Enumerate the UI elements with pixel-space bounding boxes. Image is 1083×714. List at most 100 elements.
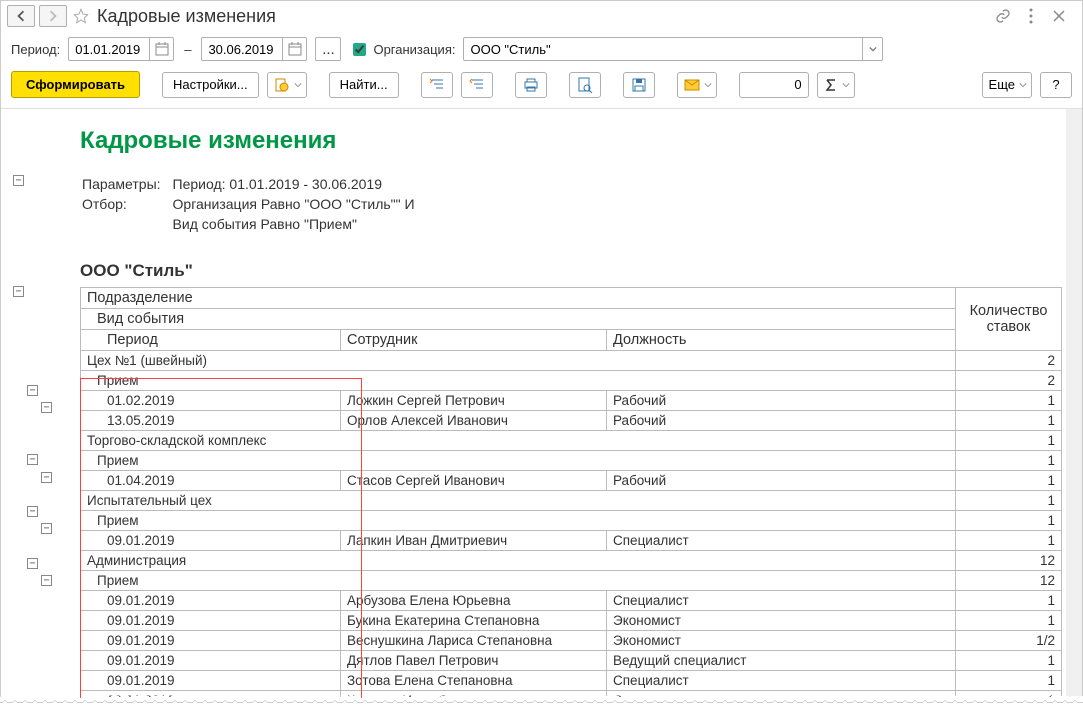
- report-area: −−−−−−−−−− Кадровые изменения Параметры:…: [1, 108, 1082, 698]
- floppy-icon: [631, 77, 647, 93]
- cell-period: 01.02.2019: [81, 391, 341, 411]
- table-row[interactable]: Прием2: [81, 371, 1062, 391]
- date-to-field[interactable]: [201, 37, 307, 61]
- col-position: Должность: [607, 330, 956, 351]
- window-title: Кадровые изменения: [95, 6, 276, 27]
- settings-button[interactable]: Настройки...: [162, 72, 259, 98]
- period-label: Период:: [11, 42, 60, 57]
- cell-employee: Арбузова Елена Юрьевна: [341, 591, 607, 611]
- cell-employee: Букина Екатерина Степановна: [341, 611, 607, 631]
- params-table: Параметры:Период: 01.01.2019 - 30.06.201…: [80, 173, 427, 235]
- table-row[interactable]: Администрация12: [81, 551, 1062, 571]
- table-row[interactable]: Прием12: [81, 571, 1062, 591]
- more-vertical-icon[interactable]: [1022, 7, 1040, 25]
- params-value: Период: 01.01.2019 - 30.06.2019: [173, 175, 425, 193]
- find-button[interactable]: Найти...: [329, 72, 399, 98]
- cell-position: Специалист: [607, 591, 956, 611]
- org-dropdown-icon[interactable]: [862, 38, 883, 60]
- expand-rows-button[interactable]: [421, 72, 453, 98]
- clipboard-gear-icon: [274, 77, 290, 93]
- sum-button[interactable]: [817, 72, 855, 98]
- cell-qty: 1: [956, 411, 1062, 431]
- tree-toggle[interactable]: −: [13, 175, 24, 186]
- table-row[interactable]: 09.01.2019Лапкин Иван ДмитриевичСпециали…: [81, 531, 1062, 551]
- filter-value-2: Вид события Равно "Прием": [173, 215, 425, 233]
- tree-toggle[interactable]: −: [27, 385, 38, 396]
- help-button[interactable]: ?: [1040, 72, 1072, 98]
- cell-position: Специалист: [607, 531, 956, 551]
- org-checkbox[interactable]: Организация:: [349, 40, 455, 59]
- cell-period: 09.01.2019: [81, 671, 341, 691]
- tree-toggle[interactable]: −: [41, 472, 52, 483]
- cell-employee: Стасов Сергей Иванович: [341, 471, 607, 491]
- more-button[interactable]: Еще: [982, 72, 1032, 98]
- calendar-icon[interactable]: [282, 38, 306, 60]
- tree-toggle[interactable]: −: [27, 558, 38, 569]
- tree-toggle[interactable]: −: [27, 454, 38, 465]
- table-row[interactable]: 09.01.2019Веснушкина Лариса СтепановнаЭк…: [81, 631, 1062, 651]
- cell-employee: Ложкин Сергей Петрович: [341, 391, 607, 411]
- org-input[interactable]: [464, 42, 861, 57]
- table-row[interactable]: Прием1: [81, 511, 1062, 531]
- group-level-input[interactable]: [739, 72, 809, 98]
- generate-button[interactable]: Сформировать: [11, 71, 140, 98]
- org-checkbox-input[interactable]: [353, 43, 366, 56]
- date-to-input[interactable]: [202, 42, 282, 57]
- filter-value-1: Организация Равно "ООО "Стиль"" И: [173, 195, 425, 213]
- table-row[interactable]: Торгово-складской комплекс1: [81, 431, 1062, 451]
- org-combo[interactable]: [463, 37, 883, 61]
- action-toolbar: Сформировать Настройки... Найти...: [1, 67, 1082, 108]
- table-row[interactable]: 09.01.2019Арбузова Елена ЮрьевнаСпециали…: [81, 591, 1062, 611]
- tree-toggle[interactable]: −: [13, 286, 24, 297]
- table-row[interactable]: 13.05.2019Орлов Алексей ИвановичРабочий1: [81, 411, 1062, 431]
- cell-employee: Лапкин Иван Дмитриевич: [341, 531, 607, 551]
- nav-forward-button[interactable]: [39, 5, 67, 27]
- cell-qty: 1: [956, 671, 1062, 691]
- nav-back-button[interactable]: [7, 5, 35, 27]
- table-row[interactable]: Цех №1 (швейный)2: [81, 351, 1062, 371]
- cell-position: Экономист: [607, 631, 956, 651]
- cell-qty: 12: [956, 551, 1062, 571]
- cell-period: 09.01.2019: [81, 651, 341, 671]
- cell-qty: 1/2: [956, 631, 1062, 651]
- settings-variants-button[interactable]: [267, 72, 307, 98]
- table-row[interactable]: 09.01.2019Зотова Елена СтепановнаСпециал…: [81, 671, 1062, 691]
- send-button[interactable]: [677, 72, 717, 98]
- table-row[interactable]: 01.02.2019Ложкин Сергей ПетровичРабочий1: [81, 391, 1062, 411]
- tree-toggle[interactable]: −: [41, 575, 52, 586]
- expand-icon: [429, 78, 445, 92]
- mail-icon: [684, 79, 700, 91]
- filter-label: Отбор:: [82, 195, 171, 213]
- cell-group: Цех №1 (швейный): [81, 351, 956, 371]
- favorite-star-icon[interactable]: [71, 6, 91, 26]
- table-row[interactable]: Испытательный цех1: [81, 491, 1062, 511]
- table-row[interactable]: 09.01.2019Букина Екатерина СтепановнаЭко…: [81, 611, 1062, 631]
- scrollbar[interactable]: [1066, 109, 1082, 698]
- table-row[interactable]: 09.01.2019Дятлов Павел ПетровичВедущий с…: [81, 651, 1062, 671]
- cell-employee: Орлов Алексей Иванович: [341, 411, 607, 431]
- close-button[interactable]: [1050, 7, 1068, 25]
- link-icon[interactable]: [994, 7, 1012, 25]
- print-button[interactable]: [515, 72, 547, 98]
- preview-button[interactable]: [569, 72, 601, 98]
- cell-qty: 1: [956, 531, 1062, 551]
- table-row[interactable]: 01.04.2019Стасов Сергей ИвановичРабочий1: [81, 471, 1062, 491]
- tree-toggle[interactable]: −: [41, 402, 52, 413]
- period-picker-button[interactable]: ...: [315, 37, 341, 61]
- report-content[interactable]: Кадровые изменения Параметры:Период: 01.…: [76, 109, 1066, 698]
- cell-position: Рабочий: [607, 391, 956, 411]
- date-from-input[interactable]: [69, 42, 149, 57]
- report-title: Кадровые изменения: [80, 127, 1062, 155]
- col-employee: Сотрудник: [341, 330, 607, 351]
- cell-group: Прием: [81, 571, 956, 591]
- date-from-field[interactable]: [68, 37, 174, 61]
- table-row[interactable]: Прием1: [81, 451, 1062, 471]
- collapse-rows-button[interactable]: [461, 72, 493, 98]
- cell-qty: 1: [956, 491, 1062, 511]
- tree-toggle[interactable]: −: [41, 523, 52, 534]
- save-button[interactable]: [623, 72, 655, 98]
- calendar-icon[interactable]: [149, 38, 173, 60]
- report-table: Подразделение Количество ставок Вид собы…: [80, 287, 1062, 698]
- tree-toggle[interactable]: −: [27, 506, 38, 517]
- col-event: Вид события: [81, 309, 956, 330]
